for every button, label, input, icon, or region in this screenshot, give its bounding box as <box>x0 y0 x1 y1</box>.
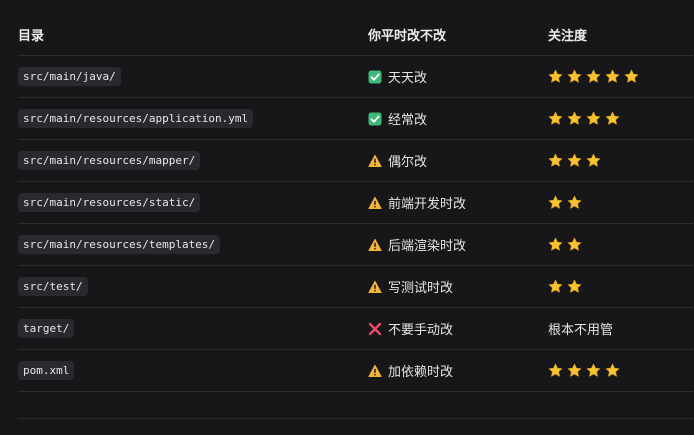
header-change-frequency: 你平时改不改 <box>368 29 447 44</box>
table-row: target/不要手动改 根本不用管 <box>18 308 694 350</box>
star-icon <box>567 237 582 252</box>
frequency-cell: 加依赖时改 <box>368 350 453 391</box>
attention-cell <box>548 182 586 223</box>
attention-cell <box>548 140 605 181</box>
table-row: pom.xml 加依赖时改 <box>18 350 694 392</box>
path-cell: target/ <box>18 308 75 349</box>
table-row: src/main/resources/mapper/偶尔改 <box>18 140 694 182</box>
star-rating <box>548 111 624 126</box>
frequency-text: 天天改 <box>388 71 428 86</box>
star-icon <box>567 111 582 126</box>
frequency-text: 偶尔改 <box>388 155 428 170</box>
warning-icon <box>368 364 382 378</box>
path-cell: src/main/resources/mapper/ <box>18 140 201 181</box>
header-attention: 关注度 <box>548 29 588 44</box>
star-icon <box>586 69 601 84</box>
table-row: src/main/resources/templates/后端渲染时改 <box>18 224 694 266</box>
warning-icon <box>368 196 382 210</box>
header-directory: 目录 <box>18 29 45 44</box>
frequency-cell: 写测试时改 <box>368 266 453 307</box>
star-rating <box>548 237 586 252</box>
table-body: src/main/java/天天改 src/main/resources/appl… <box>18 56 694 392</box>
star-icon <box>624 69 639 84</box>
path-cell: pom.xml <box>18 350 75 391</box>
star-icon <box>605 111 620 126</box>
frequency-text: 经常改 <box>388 113 428 128</box>
table-row: src/main/java/天天改 <box>18 56 694 98</box>
star-icon <box>567 153 582 168</box>
attention-cell <box>548 266 586 307</box>
star-icon <box>548 237 563 252</box>
frequency-cell: 天天改 <box>368 56 427 97</box>
path-code: src/main/resources/application.yml <box>18 109 254 128</box>
frequency-cell: 前端开发时改 <box>368 182 466 223</box>
frequency-text: 写测试时改 <box>388 281 454 296</box>
table-row: src/main/resources/application.yml 经常改 <box>18 98 694 140</box>
path-code: pom.xml <box>18 361 75 380</box>
star-rating <box>548 153 605 168</box>
frequency-text: 前端开发时改 <box>388 197 467 212</box>
frequency-cell: 经常改 <box>368 98 427 139</box>
star-icon <box>586 111 601 126</box>
star-icon <box>586 153 601 168</box>
star-rating <box>548 195 586 210</box>
path-cell: src/main/java/ <box>18 56 121 97</box>
star-rating <box>548 69 643 84</box>
attention-cell: 根本不用管 <box>548 308 613 349</box>
star-icon <box>548 111 563 126</box>
frequency-text: 不要手动改 <box>388 323 454 338</box>
star-icon <box>548 195 563 210</box>
check-icon <box>368 112 382 126</box>
star-icon <box>605 69 620 84</box>
path-cell: src/main/resources/templates/ <box>18 224 221 265</box>
path-cell: src/test/ <box>18 266 88 307</box>
attention-cell <box>548 350 624 391</box>
warning-icon <box>368 238 382 252</box>
warning-icon <box>368 280 382 294</box>
cross-icon <box>368 322 382 336</box>
star-icon <box>567 279 582 294</box>
attention-cell <box>548 56 643 97</box>
path-code: src/main/resources/templates/ <box>18 235 221 254</box>
path-cell: src/main/resources/static/ <box>18 182 201 223</box>
table-row: src/test/写测试时改 <box>18 266 694 308</box>
path-code: src/main/java/ <box>18 67 121 86</box>
warning-icon <box>368 154 382 168</box>
frequency-text: 加依赖时改 <box>388 365 454 380</box>
star-icon <box>586 363 601 378</box>
path-code: src/test/ <box>18 277 88 296</box>
table-row: src/main/resources/static/前端开发时改 <box>18 182 694 224</box>
star-icon <box>548 153 563 168</box>
attention-text: 根本不用管 <box>548 323 614 338</box>
star-rating <box>548 279 586 294</box>
path-code: src/main/resources/static/ <box>18 193 201 212</box>
frequency-cell: 不要手动改 <box>368 308 453 349</box>
star-icon <box>567 363 582 378</box>
star-icon <box>567 195 582 210</box>
table-bottom-divider <box>18 418 694 419</box>
directory-table: 目录 你平时改不改 关注度 src/main/java/天天改 src/main/… <box>18 14 694 392</box>
path-code: src/main/resources/mapper/ <box>18 151 201 170</box>
attention-cell <box>548 98 624 139</box>
attention-cell <box>548 224 586 265</box>
check-icon <box>368 70 382 84</box>
star-icon <box>548 363 563 378</box>
star-icon <box>548 69 563 84</box>
star-icon <box>605 363 620 378</box>
frequency-cell: 后端渲染时改 <box>368 224 466 265</box>
path-code: target/ <box>18 319 75 338</box>
star-icon <box>567 69 582 84</box>
star-icon <box>548 279 563 294</box>
frequency-text: 后端渲染时改 <box>388 239 467 254</box>
path-cell: src/main/resources/application.yml <box>18 98 254 139</box>
frequency-cell: 偶尔改 <box>368 140 427 181</box>
table-header-row: 目录 你平时改不改 关注度 <box>18 14 694 56</box>
star-rating <box>548 363 624 378</box>
